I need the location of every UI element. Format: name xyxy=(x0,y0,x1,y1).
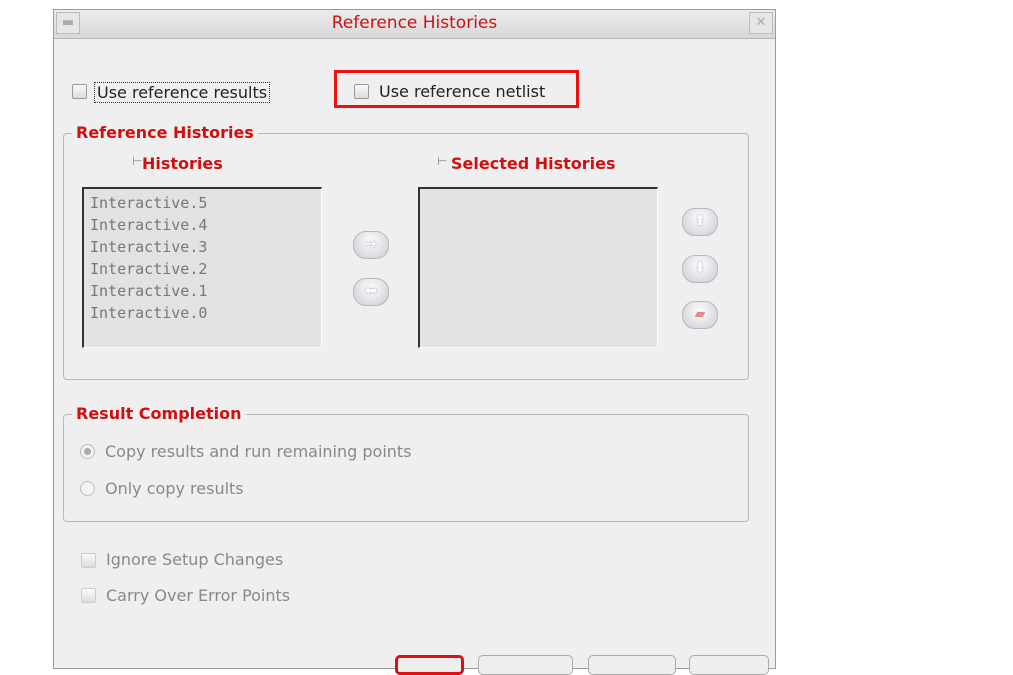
only-copy-radio[interactable] xyxy=(80,481,95,496)
move-up-button[interactable]: ⬆ xyxy=(682,208,718,236)
histories-label: Histories xyxy=(142,154,223,173)
list-item[interactable]: Interactive.1 xyxy=(90,280,315,302)
list-item[interactable]: Interactive.2 xyxy=(90,258,315,280)
carry-over-checkbox[interactable] xyxy=(81,588,96,603)
histories-list[interactable]: Interactive.5 Interactive.4 Interactive.… xyxy=(82,187,322,348)
ignore-setup-checkbox[interactable] xyxy=(81,553,96,568)
use-reference-results-label[interactable]: Use reference results xyxy=(94,82,271,103)
reference-histories-dialog: ▬ Reference Histories ✕ Use reference re… xyxy=(53,9,776,675)
reference-histories-legend: Reference Histories xyxy=(72,123,258,142)
remove-left-arrow-button[interactable]: ⬅ xyxy=(353,278,389,306)
use-reference-netlist-label[interactable]: Use reference netlist xyxy=(379,82,545,101)
only-copy-label: Only copy results xyxy=(105,479,244,498)
selected-histories-list[interactable] xyxy=(418,187,658,348)
list-item[interactable]: Interactive.4 xyxy=(90,214,315,236)
result-completion-group xyxy=(63,414,749,522)
add-right-arrow-button[interactable]: ➔ xyxy=(353,231,389,259)
close-button[interactable]: ✕ xyxy=(749,12,773,34)
apply-button[interactable] xyxy=(588,655,676,675)
list-item[interactable]: Interactive.5 xyxy=(90,192,315,214)
title-bar: ▬ Reference Histories ✕ xyxy=(54,10,775,39)
column-marker-icon: ⊢ xyxy=(132,154,143,168)
result-completion-legend: Result Completion xyxy=(72,404,246,423)
eraser-clear-button[interactable]: ▰ xyxy=(682,301,718,329)
window-title: Reference Histories xyxy=(331,13,498,33)
move-down-button[interactable]: ⬇ xyxy=(682,255,718,283)
ok-button[interactable] xyxy=(395,655,464,675)
cancel-button[interactable] xyxy=(478,655,573,675)
list-item[interactable]: Interactive.3 xyxy=(90,236,315,258)
list-item[interactable]: Interactive.0 xyxy=(90,302,315,324)
copy-and-run-radio[interactable] xyxy=(80,444,95,459)
column-marker-icon: ⊢ xyxy=(437,154,448,168)
help-button[interactable] xyxy=(689,655,769,675)
selected-histories-label: Selected Histories xyxy=(451,154,616,173)
use-reference-results-checkbox[interactable] xyxy=(72,84,87,99)
carry-over-label: Carry Over Error Points xyxy=(106,586,291,605)
use-reference-netlist-checkbox[interactable] xyxy=(354,84,369,99)
copy-and-run-label: Copy results and run remaining points xyxy=(105,442,412,461)
ignore-setup-label: Ignore Setup Changes xyxy=(106,550,284,569)
